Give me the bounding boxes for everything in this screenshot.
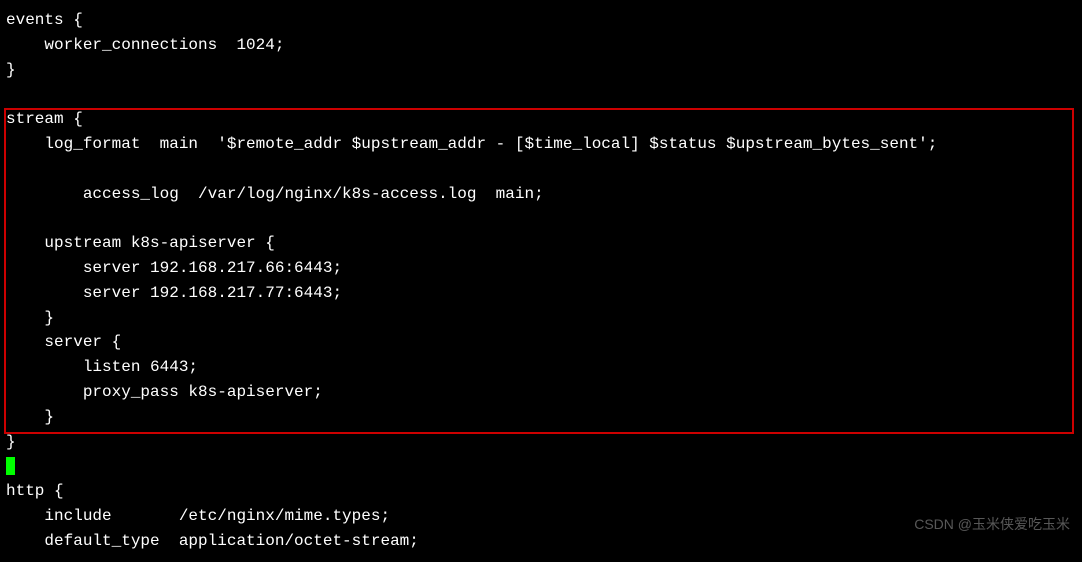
code-line: log_format main '$remote_addr $upstream_… [6, 135, 937, 153]
code-line: proxy_pass k8s-apiserver; [6, 383, 323, 401]
code-line: server 192.168.217.77:6443; [6, 284, 342, 302]
code-line: server 192.168.217.66:6443; [6, 259, 342, 277]
code-line: http { [6, 482, 64, 500]
code-line: stream { [6, 110, 83, 128]
code-line: } [6, 309, 54, 327]
code-line: } [6, 61, 16, 79]
code-line: default_type application/octet-stream; [6, 532, 419, 550]
watermark-text: CSDN @玉米侠爱吃玉米 [914, 514, 1070, 534]
code-line: access_log /var/log/nginx/k8s-access.log… [6, 185, 544, 203]
code-line: } [6, 408, 54, 426]
code-block: events { worker_connections 1024; } stre… [0, 0, 1082, 562]
code-line: include /etc/nginx/mime.types; [6, 507, 390, 525]
code-line: server { [6, 333, 121, 351]
code-line: worker_connections 1024; [6, 36, 284, 54]
code-line: events { [6, 11, 83, 29]
code-line: upstream k8s-apiserver { [6, 234, 275, 252]
cursor-icon [6, 457, 15, 475]
code-line: listen 6443; [6, 358, 198, 376]
code-line: } [6, 433, 16, 451]
